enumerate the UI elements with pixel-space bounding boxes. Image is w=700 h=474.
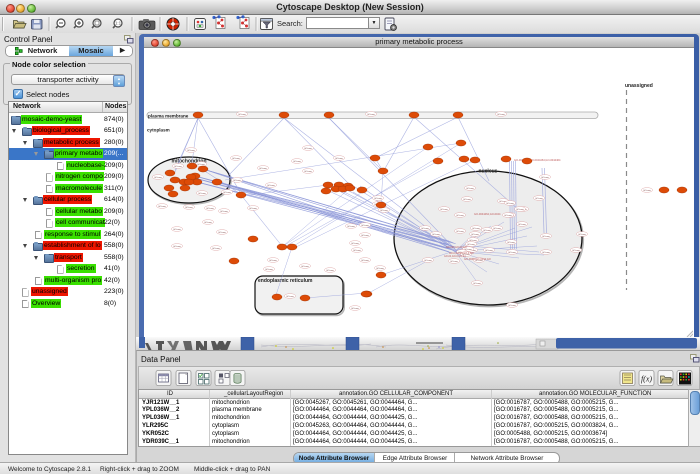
svg-text:GO-nnn: GO-nnn: [249, 208, 258, 210]
svg-text:GO-nnn: GO-nnn: [367, 114, 376, 116]
svg-text:GO-nnn: GO-nnn: [376, 268, 385, 270]
svg-text:GO-nnn: GO-nnn: [304, 171, 313, 173]
svg-text:GO-nnn: GO-nnn: [286, 296, 295, 298]
svg-text:GO-nnn: GO-nnn: [212, 248, 221, 250]
svg-text:GO-nnn: GO-nnn: [471, 234, 480, 236]
svg-text:GO-nnn: GO-nnn: [421, 228, 430, 230]
svg-text:GO-nnn: GO-nnn: [440, 209, 449, 211]
svg-text:GO-nnn: GO-nnn: [259, 168, 268, 170]
svg-text:GO-nnn: GO-nnn: [473, 283, 482, 285]
svg-text:cytoplasm: cytoplasm: [147, 128, 170, 133]
svg-text:nucleus: nucleus: [479, 169, 498, 175]
svg-text:GO-nnn: GO-nnn: [197, 164, 206, 166]
svg-text:GO-nnn: GO-nnn: [198, 193, 207, 195]
svg-text:GO-nnn: GO-nnn: [542, 252, 551, 254]
svg-text:GO-nnn: GO-nnn: [542, 236, 551, 238]
svg-text:GO-nnn: GO-nnn: [518, 224, 527, 226]
svg-text:GO-0044464,GO-0044464,GO-00444: GO-0044464,GO-0044464,GO-0044464: [514, 158, 561, 162]
svg-text:GO-nnn: GO-nnn: [432, 234, 441, 236]
svg-text:GO-nnn: GO-nnn: [335, 158, 344, 160]
svg-text:GO-nnn: GO-nnn: [504, 215, 513, 217]
svg-text:GO-nnn: GO-nnn: [535, 198, 544, 200]
svg-text:GO-nnn: GO-nnn: [456, 215, 465, 217]
svg-text:GO-nnn: GO-nnn: [508, 252, 517, 254]
svg-text:GO-nnn: GO-nnn: [220, 211, 229, 213]
svg-text:GO-nnn: GO-nnn: [508, 305, 517, 307]
svg-text:GO-nnn: GO-nnn: [380, 210, 389, 212]
svg-text:GO-nnn: GO-nnn: [351, 243, 360, 245]
svg-text:GO-nnn: GO-nnn: [185, 207, 194, 209]
svg-text:GO-nnn: GO-nnn: [173, 246, 182, 248]
svg-text:GO-nnn: GO-nnn: [206, 208, 215, 210]
svg-text:f(x): f(x): [641, 375, 652, 384]
svg-text:GO-nnn: GO-nnn: [187, 150, 196, 152]
svg-text:GO-nnn: GO-nnn: [467, 244, 476, 246]
svg-text:GO-nnn: GO-nnn: [326, 270, 335, 272]
svg-text:GO-nnn: GO-nnn: [238, 114, 247, 116]
svg-text:GO-nnn: GO-nnn: [265, 269, 274, 271]
svg-text:plasma membrane: plasma membrane: [148, 113, 189, 118]
svg-text:GO-nnn: GO-nnn: [463, 199, 472, 201]
svg-text:GO-nnn: GO-nnn: [347, 226, 356, 228]
svg-text:GO-004,GO-00,GO: GO-004,GO-00,GO: [446, 246, 467, 249]
svg-text:GO-nnn: GO-nnn: [374, 198, 383, 200]
svg-text:GO-nnn: GO-nnn: [218, 232, 227, 234]
svg-text:GO-0045,GO-0044,GO: GO-0045,GO-0044,GO: [464, 257, 491, 261]
svg-text:GO-nnn: GO-nnn: [204, 222, 213, 224]
svg-text:GO-nnn: GO-nnn: [361, 235, 370, 237]
svg-text:GO-nnn: GO-nnn: [572, 250, 581, 252]
svg-text:GO-nnn: GO-nnn: [424, 260, 433, 262]
svg-text:GO-nnn: GO-nnn: [450, 261, 459, 263]
svg-text:GO-0044464,GO-0044: GO-0044464,GO-0044: [474, 212, 501, 216]
svg-text:GO-nnn: GO-nnn: [485, 250, 494, 252]
svg-text:GO-nnn: GO-nnn: [223, 192, 232, 194]
svg-text:GO-nnn: GO-nnn: [269, 260, 278, 262]
svg-text:GO-nnn: GO-nnn: [472, 228, 481, 230]
svg-text:GO-nnn: GO-nnn: [497, 114, 506, 116]
svg-text:unassigned: unassigned: [625, 83, 653, 89]
svg-text:GO-nnn: GO-nnn: [304, 148, 313, 150]
svg-text:GO-nnn: GO-nnn: [174, 166, 183, 168]
svg-text:GO-nnn: GO-nnn: [643, 190, 652, 192]
svg-text:GO-nnn: GO-nnn: [301, 266, 310, 268]
svg-text:GO-nnn: GO-nnn: [232, 158, 241, 160]
svg-text:endoplasmic reticulum: endoplasmic reticulum: [258, 278, 313, 284]
svg-text:GO-nnn: GO-nnn: [293, 161, 302, 163]
svg-text:GO-nnn: GO-nnn: [456, 231, 465, 233]
svg-text:GO-nnn: GO-nnn: [267, 185, 276, 187]
svg-text:GO-nnn: GO-nnn: [541, 177, 550, 179]
svg-text:GO-nnn: GO-nnn: [483, 230, 492, 232]
svg-text:GO-nnn: GO-nnn: [361, 225, 370, 227]
svg-text:GO-nnn: GO-nnn: [158, 206, 167, 208]
svg-text:GO-04,GO-0,GO-44: GO-04,GO-0,GO-44: [444, 255, 466, 258]
svg-text:1:1: 1:1: [115, 21, 122, 26]
svg-text:GO-nnn: GO-nnn: [233, 180, 242, 182]
svg-text:GO-nnn: GO-nnn: [154, 177, 163, 179]
svg-text:GO-nnn: GO-nnn: [516, 209, 525, 211]
svg-text:GO-nnn: GO-nnn: [173, 229, 182, 231]
svg-text:GO-nnn: GO-nnn: [353, 250, 362, 252]
svg-text:GO-nnn: GO-nnn: [578, 234, 587, 236]
svg-text:GO-nnn: GO-nnn: [361, 260, 370, 262]
svg-text:GO-nnn: GO-nnn: [506, 203, 515, 205]
svg-text:GO-nnn: GO-nnn: [493, 228, 502, 230]
svg-text:GO-nnn: GO-nnn: [507, 242, 516, 244]
svg-text:GO-nnn: GO-nnn: [351, 308, 360, 310]
svg-text:GO-nnn: GO-nnn: [466, 188, 475, 190]
